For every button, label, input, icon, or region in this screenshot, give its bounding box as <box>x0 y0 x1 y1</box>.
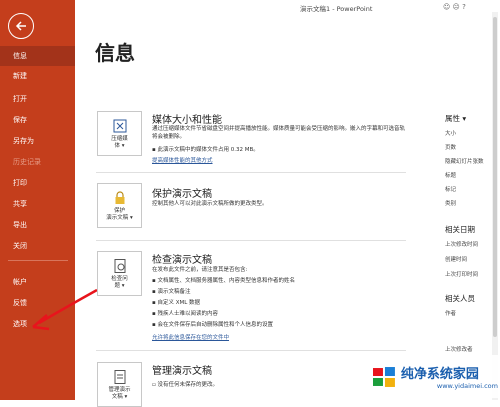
protect-desc: 控制其他人可以对此演示文稿所做的更改类型。 <box>152 201 268 207</box>
prop-hidden-slides: 隐藏幻灯片张数 <box>445 159 484 165</box>
inspect-desc: 在发布此文件之前，请注意其是否包含: <box>152 267 248 273</box>
watermark-text: 纯净系统家园 <box>400 367 479 382</box>
media-size-text: 此演示文稿中的媒体文件占用 0.32 MB。 <box>157 147 259 153</box>
compress-media-text: 压缩媒 体 ▾ <box>111 135 128 149</box>
protect-presentation-button[interactable]: 保护 演示文稿 ▾ <box>97 183 142 228</box>
protect-title: 保护演示文稿 <box>152 189 212 200</box>
inspect-bullet: ▪ 文档属性、文档服务器属性、内容类型信息和作者的姓名 <box>152 276 295 284</box>
prop-last-printed: 上次打印时间 <box>445 272 479 278</box>
compress-media-icon <box>113 119 126 132</box>
sad-face-icon[interactable]: ☹ <box>453 3 460 11</box>
page-title: 信息 <box>95 41 135 65</box>
check-issues-text: 检查问 题 ▾ <box>111 275 128 289</box>
media-title: 媒体大小和性能 <box>152 115 222 126</box>
nav-print[interactable]: 打印 <box>0 173 75 193</box>
prop-size: 大小 <box>445 131 457 137</box>
windows-logo-icon <box>372 366 395 387</box>
inspect-bullet-text: 自定义 XML 数据 <box>157 300 201 306</box>
nav-new[interactable]: 新建 <box>0 66 75 86</box>
scrollbar-thumb[interactable] <box>493 17 497 337</box>
inspect-title: 检查演示文稿 <box>152 255 212 266</box>
separator <box>96 172 406 173</box>
inspect-document-icon <box>114 258 125 273</box>
inspect-bullet-text: 会在文件保存后自动删除属性和个人信息的设置 <box>157 322 273 328</box>
manage-title: 管理演示文稿 <box>152 366 212 377</box>
protect-text: 保护 演示文稿 ▾ <box>106 207 133 221</box>
prop-last-modified-by: 上次修改者 <box>445 347 473 353</box>
nav-history: 历史记录 <box>13 158 41 166</box>
inspect-bullet-text: 演示文稿备注 <box>157 289 191 295</box>
prop-created: 创建时间 <box>445 257 468 263</box>
red-arrow-annotation <box>32 288 98 331</box>
protect-label: 保护 演示文稿 ▾ <box>106 208 133 222</box>
nav-share[interactable]: 共享 <box>0 194 75 214</box>
nav-save-as[interactable]: 另存为 <box>0 131 75 151</box>
manage-presentation-button[interactable]: 管理演示 文稿 ▾ <box>97 362 142 407</box>
nav-export[interactable]: 导出 <box>0 215 75 235</box>
nav-save[interactable]: 保存 <box>0 110 75 130</box>
help-icon[interactable]: ? <box>462 3 466 11</box>
nav-open[interactable]: 打开 <box>0 89 75 109</box>
check-issues-label: 检查问 题 ▾ <box>111 276 128 290</box>
separator <box>96 350 406 351</box>
window-title: 演示文稿1 - PowerPoint <box>300 5 373 13</box>
manage-status-row: ▫ 没有任何未保存的更改。 <box>152 380 218 388</box>
prop-category[interactable]: 类别 <box>445 199 456 207</box>
inspect-bullet: ▪ 残疾人士难以阅读的内容 <box>152 309 218 317</box>
manage-text: 管理演示 文稿 ▾ <box>108 386 131 400</box>
manage-label: 管理演示 文稿 ▾ <box>108 387 130 401</box>
media-performance-link[interactable]: 提高媒体性能的其他方式 <box>152 156 213 164</box>
related-people-heading: 相关人员 <box>445 294 475 303</box>
related-dates-heading: 相关日期 <box>445 225 475 234</box>
inspect-bullet: ▪ 会在文件保存后自动删除属性和个人信息的设置 <box>152 320 273 328</box>
prop-last-modified: 上次修改时间 <box>445 242 479 248</box>
compress-media-label: 压缩媒 体 ▾ <box>111 136 128 150</box>
inspect-bullet: ▪ 自定义 XML 数据 <box>152 298 200 306</box>
back-arrow-icon <box>15 21 26 31</box>
manage-status-text: 没有任何未保存的更改。 <box>157 382 218 388</box>
watermark-text-block: 纯净系统家园 www.yidaimei.com <box>401 363 498 390</box>
nav-info[interactable]: 信息 <box>0 46 75 66</box>
inspect-bullet: ▪ 演示文稿备注 <box>152 287 191 295</box>
check-issues-button[interactable]: 检查问 题 ▾ <box>97 251 142 296</box>
prop-tags[interactable]: 标记 <box>445 185 456 193</box>
face-icon[interactable]: ☺ <box>443 3 450 11</box>
media-desc: 通过压缩媒体文件节省磁盘空间并提高播放性能。媒体质量可能会受压缩的影响。嵌入的字… <box>152 126 406 140</box>
vertical-scrollbar[interactable] <box>492 12 498 400</box>
window-controls: ☺ ☹ ? <box>443 3 466 11</box>
watermark-url: www.yidaimei.com <box>436 382 498 390</box>
inspect-bullet-text: 文档属性、文档服务器属性、内容类型信息和作者的姓名 <box>157 278 295 284</box>
prop-author: 作者 <box>445 311 457 317</box>
prop-title[interactable]: 标题 <box>445 171 456 179</box>
watermark: 纯净系统家园 www.yidaimei.com <box>368 355 498 398</box>
properties-dropdown[interactable]: 属性 ▾ <box>445 113 466 124</box>
media-size-row: ▪ 此演示文稿中的媒体文件占用 0.32 MB。 <box>152 145 259 153</box>
lock-icon <box>115 190 124 204</box>
separator <box>96 240 406 241</box>
back-button[interactable] <box>8 13 34 39</box>
inspect-bullet-text: 残疾人士难以阅读的内容 <box>157 311 218 317</box>
nav-divider <box>8 260 68 261</box>
backstage-sidebar: 信息 新建 打开 保存 另存为 历史记录 打印 共享 导出 关闭 帐户 反馈 选… <box>0 0 75 400</box>
allow-save-info-link[interactable]: 允许将此信息保存在您的文件中 <box>152 333 229 341</box>
compress-media-button[interactable]: 压缩媒 体 ▾ <box>97 111 142 156</box>
nav-close[interactable]: 关闭 <box>0 236 75 256</box>
manage-document-icon <box>114 369 125 384</box>
prop-pages: 页数 <box>445 145 457 151</box>
